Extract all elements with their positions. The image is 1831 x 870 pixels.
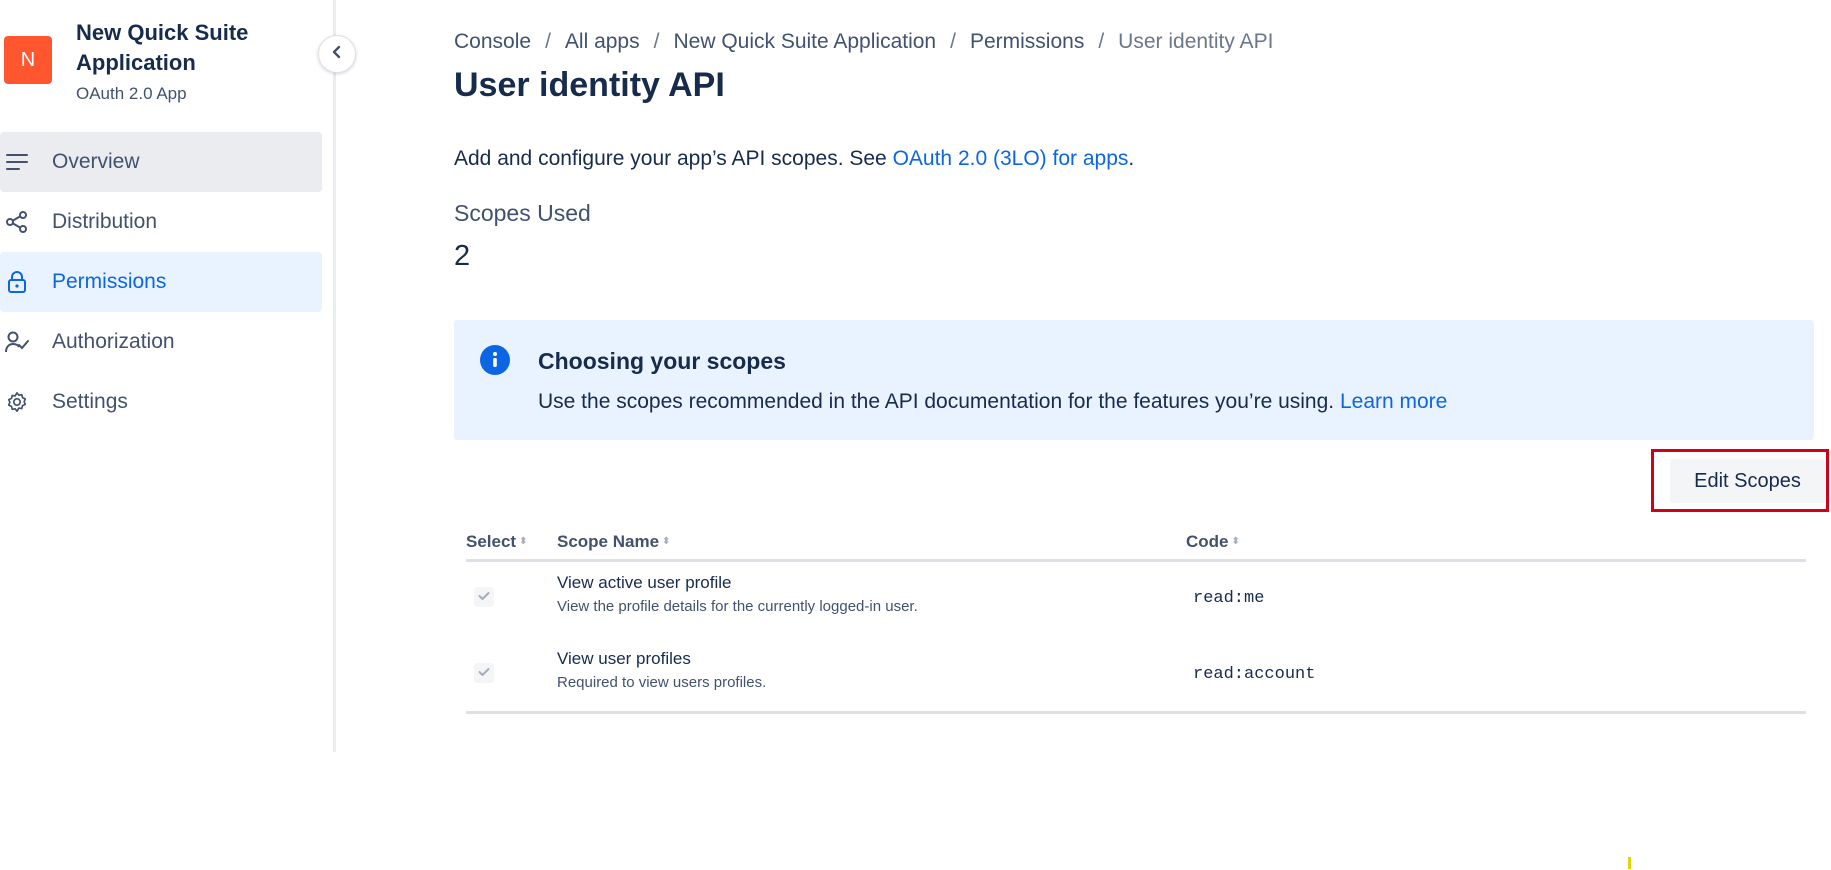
sidebar: N New Quick Suite Application OAuth 2.0 … [0, 0, 336, 752]
sidebar-item-authorization[interactable]: Authorization [0, 312, 322, 372]
cursor-mark [1628, 857, 1631, 869]
page-title: User identity API [454, 66, 725, 104]
sidebar-item-label: Settings [52, 390, 128, 413]
chevron-left-icon [331, 45, 343, 64]
breadcrumb-separator: / [545, 30, 551, 53]
scope-name: View user profiles [557, 649, 691, 668]
app-logo-letter: N [20, 48, 36, 71]
table-row: View user profiles Required to view user… [466, 638, 1806, 714]
breadcrumb-console[interactable]: Console [454, 30, 531, 54]
column-header-scope-name[interactable]: Scope Name ⬍ [557, 532, 670, 552]
info-icon [480, 345, 510, 375]
sidebar-item-distribution[interactable]: Distribution [0, 192, 322, 252]
breadcrumb-separator: / [950, 30, 956, 53]
scope-code: read:account [1193, 665, 1316, 684]
scopes-table: Select ⬍ Scope Name ⬍ Code ⬍ View active… [466, 528, 1806, 714]
scope-code: read:me [1193, 589, 1265, 608]
edit-scopes-highlight: Edit Scopes [1651, 449, 1829, 512]
breadcrumb-all-apps[interactable]: All apps [565, 30, 640, 54]
sidebar-item-label: Distribution [52, 210, 158, 233]
oauth-docs-link[interactable]: OAuth 2.0 (3LO) for apps [893, 147, 1129, 170]
scopes-used-label: Scopes Used [454, 200, 591, 226]
table-row: View active user profile View the profil… [466, 562, 1806, 638]
scopes-used-value: 2 [454, 240, 471, 272]
breadcrumb-permissions[interactable]: Permissions [970, 30, 1084, 54]
sidebar-item-settings[interactable]: Settings [0, 372, 322, 432]
sort-icon: ⬍ [519, 536, 528, 547]
scope-description: View the profile details for the current… [557, 598, 918, 615]
sidebar-item-overview[interactable]: Overview [0, 132, 322, 192]
collapse-sidebar-button[interactable] [318, 35, 356, 73]
select-checkbox[interactable] [474, 587, 494, 607]
sort-icon: ⬍ [1231, 536, 1240, 547]
sort-icon: ⬍ [662, 536, 671, 547]
select-checkbox[interactable] [474, 663, 494, 683]
app-type: OAuth 2.0 App [76, 84, 187, 103]
checkmark-icon [478, 664, 490, 682]
column-header-label: Select [466, 532, 517, 551]
column-header-label: Code [1186, 532, 1229, 551]
app-header: N New Quick Suite Application OAuth 2.0 … [4, 18, 296, 104]
intro-text-main: Add and configure your app’s API scopes.… [454, 147, 893, 170]
breadcrumb-current: User identity API [1118, 30, 1274, 53]
breadcrumb-separator: / [1098, 30, 1105, 53]
scope-description: Required to view users profiles. [557, 674, 767, 691]
app-meta: New Quick Suite Application OAuth 2.0 Ap… [76, 18, 296, 104]
learn-more-link[interactable]: Learn more [1340, 390, 1447, 413]
share-icon [2, 211, 32, 233]
table-header: Select ⬍ Scope Name ⬍ Code ⬍ [466, 528, 1806, 562]
info-panel: Choosing your scopes Use the scopes reco… [454, 320, 1814, 440]
app-name: New Quick Suite Application [76, 20, 249, 75]
sidebar-item-label: Overview [52, 150, 140, 173]
info-title: Choosing your scopes [538, 348, 786, 374]
intro-text-end: . [1128, 147, 1135, 170]
column-header-label: Scope Name [557, 532, 660, 551]
breadcrumb-app[interactable]: New Quick Suite Application [673, 30, 936, 54]
sidebar-item-permissions[interactable]: Permissions [0, 252, 322, 312]
edit-scopes-button[interactable]: Edit Scopes [1670, 459, 1825, 503]
menu-lines-icon [2, 153, 32, 171]
intro-text: Add and configure your app’s API scopes.… [454, 147, 1134, 171]
user-check-icon [2, 331, 32, 353]
info-body-text: Use the scopes recommended in the API do… [538, 390, 1340, 413]
column-header-select[interactable]: Select ⬍ [466, 532, 527, 552]
gear-icon [2, 391, 32, 413]
breadcrumb: Console / All apps / New Quick Suite App… [454, 30, 1273, 54]
sidebar-nav: Overview Distribution Permissions Author… [0, 132, 322, 432]
lock-icon [2, 271, 32, 293]
sidebar-item-label: Authorization [52, 330, 175, 353]
scope-name: View active user profile [557, 573, 732, 592]
info-body: Use the scopes recommended in the API do… [538, 390, 1447, 414]
app-logo: N [4, 36, 52, 84]
sidebar-item-label: Permissions [52, 270, 167, 293]
breadcrumb-separator: / [653, 30, 660, 53]
checkmark-icon [478, 588, 490, 606]
column-header-code[interactable]: Code ⬍ [1186, 532, 1240, 552]
